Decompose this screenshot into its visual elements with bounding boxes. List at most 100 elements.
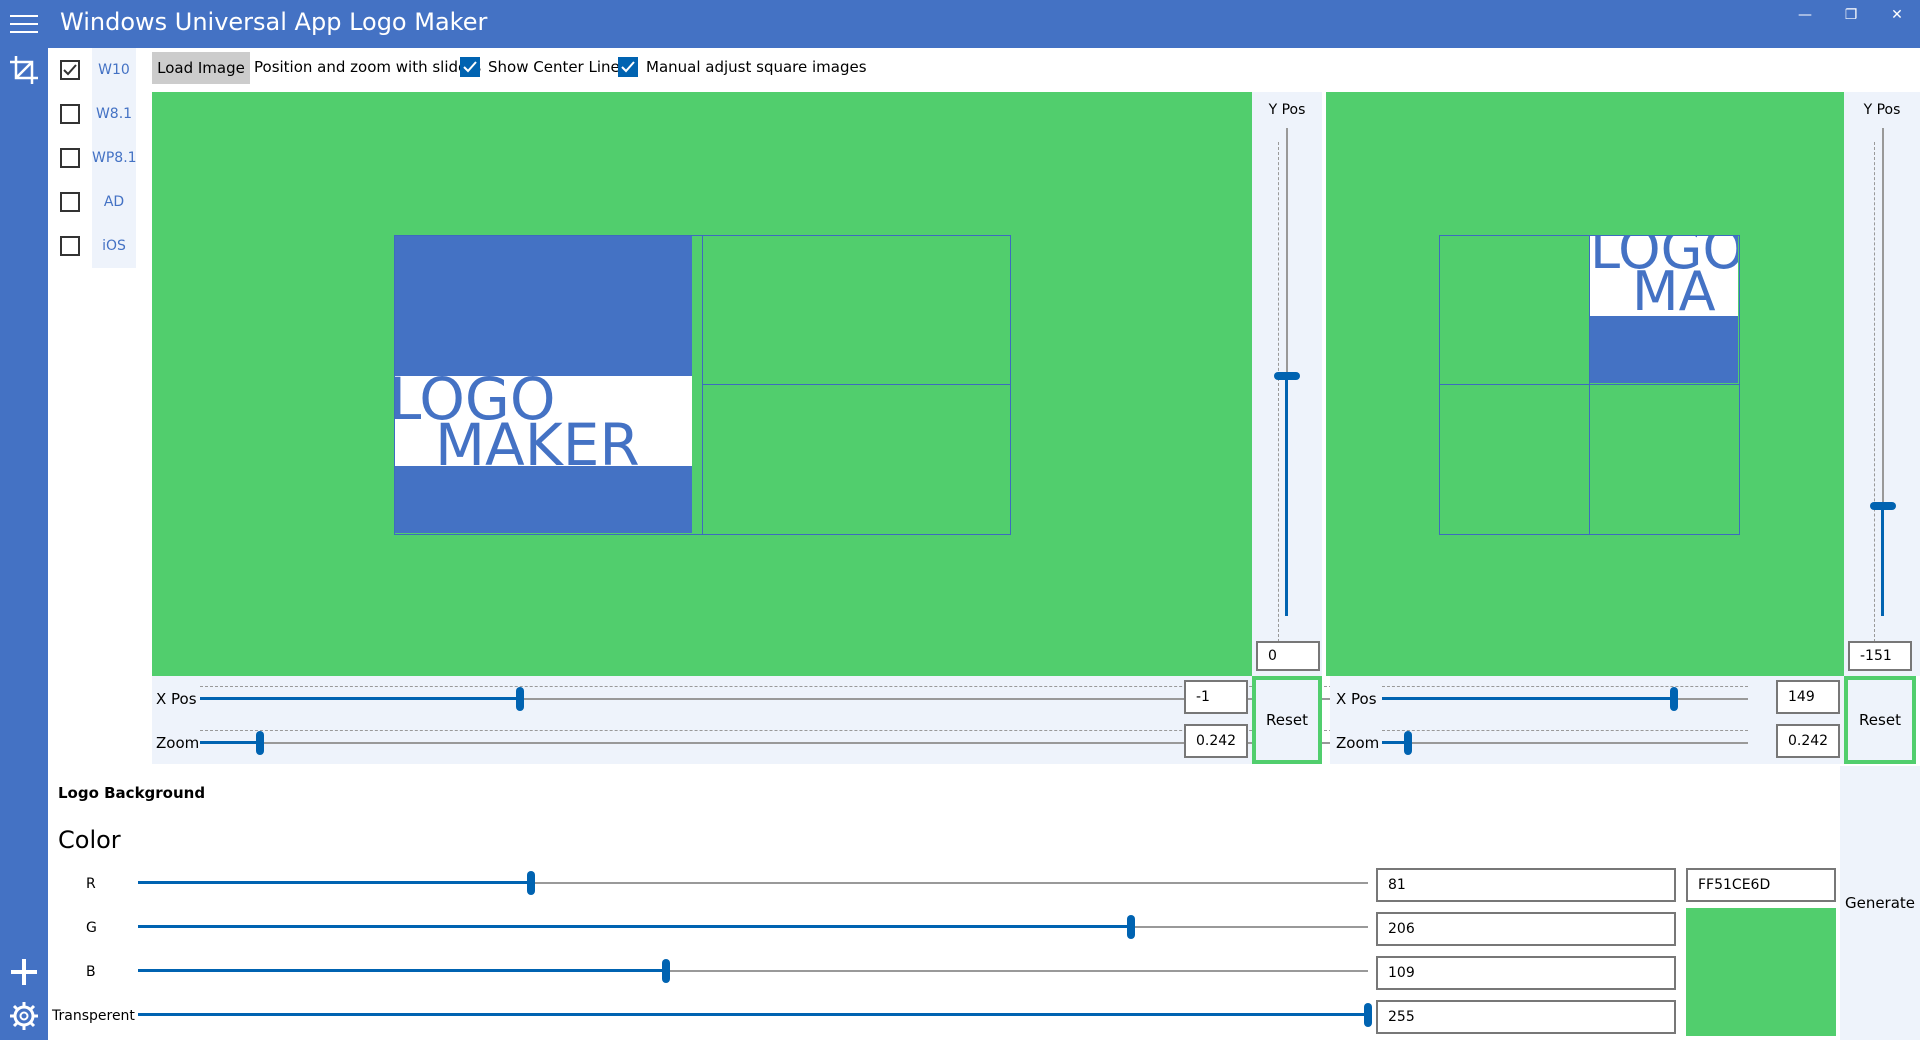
g-fill [138, 925, 1131, 928]
alpha-value-field[interactable]: 255 [1376, 1000, 1676, 1034]
r-label: R [86, 876, 96, 892]
ypos-label: Y Pos [1863, 102, 1901, 118]
platform-item-ad[interactable]: AD [48, 180, 136, 224]
generate-button[interactable]: Generate [1840, 766, 1920, 1040]
left-ypos-panel: Y Pos 0 [1252, 92, 1322, 676]
add-icon[interactable] [8, 956, 40, 988]
platform-checkbox[interactable] [60, 60, 80, 80]
ypos-slider-thumb[interactable] [1274, 372, 1300, 380]
xpos-slider-thumb[interactable] [1670, 687, 1678, 711]
xpos-fill [1382, 697, 1672, 700]
center-lines-label: Show Center Lines [488, 58, 628, 76]
r-fill [138, 881, 530, 884]
zoom-track [1382, 742, 1748, 744]
alpha-fill [138, 1013, 1368, 1016]
color-header: Color [58, 826, 121, 854]
title-bar: Windows Universal App Logo Maker — ❐ ✕ [0, 0, 1920, 48]
wide-logo-preview: LOGO MAKER [152, 92, 1252, 676]
g-value-field[interactable]: 206 [1376, 912, 1676, 946]
r-slider-thumb[interactable] [527, 871, 535, 895]
center-lines-checkbox[interactable] [460, 57, 480, 77]
ypos-fill [1285, 376, 1288, 616]
g-label: G [86, 920, 97, 936]
slider-ticks [200, 730, 1332, 735]
zoom-slider-thumb[interactable] [1404, 731, 1412, 755]
center-line-horizontal [702, 384, 1011, 385]
zoom-fill [1382, 741, 1406, 744]
ypos-track [1286, 128, 1288, 412]
checkmark-icon [63, 64, 77, 76]
transparent-label: Transperent [52, 1008, 135, 1024]
b-slider-thumb[interactable] [662, 959, 670, 983]
center-line-horizontal [1439, 384, 1740, 385]
square-logo-preview: LOGO MA [1326, 92, 1844, 676]
hex-color-field[interactable]: FF51CE6D [1686, 868, 1836, 902]
platform-item-w81[interactable]: W8.1 [48, 92, 136, 136]
checkmark-icon [621, 61, 635, 73]
ypos-slider-thumb[interactable] [1870, 502, 1896, 510]
close-icon[interactable]: ✕ [1874, 0, 1920, 32]
platform-label: iOS [92, 224, 136, 268]
settings-gear-icon[interactable] [8, 1000, 40, 1032]
manual-adjust-label: Manual adjust square images [646, 58, 867, 76]
slider-ticks [1382, 686, 1748, 691]
platform-checkbox[interactable] [60, 148, 80, 168]
crop-icon[interactable] [8, 54, 40, 86]
platform-item-ios[interactable]: iOS [48, 224, 136, 268]
checkmark-icon [463, 61, 477, 73]
right-reset-button[interactable]: Reset [1844, 676, 1916, 764]
zoom-track [200, 742, 1332, 744]
center-line-vertical [702, 235, 703, 535]
g-slider-thumb[interactable] [1127, 915, 1135, 939]
load-image-button[interactable]: Load Image [152, 52, 250, 84]
alpha-slider-thumb[interactable] [1364, 1003, 1372, 1027]
minimize-icon[interactable]: — [1782, 0, 1828, 32]
xpos-slider-thumb[interactable] [516, 687, 524, 711]
hamburger-menu-icon[interactable] [10, 15, 38, 35]
zoom-label: Zoom [1336, 734, 1380, 752]
right-ypos-panel: Y Pos -151 [1844, 92, 1920, 676]
zoom-fill [200, 741, 258, 744]
platform-label: W10 [92, 48, 136, 92]
ypos-value-field[interactable]: -151 [1848, 641, 1912, 671]
r-value-field[interactable]: 81 [1376, 868, 1676, 902]
zoom-slider-thumb[interactable] [256, 731, 264, 755]
manual-adjust-checkbox[interactable] [618, 57, 638, 77]
b-value-field[interactable]: 109 [1376, 956, 1676, 990]
xpos-label: X Pos [1336, 690, 1377, 708]
left-xzoom-panel: X Pos Zoom [152, 676, 1332, 764]
slider-ticks [200, 686, 1332, 691]
platform-label: WP8.1 [92, 136, 137, 180]
xpos-label: X Pos [156, 690, 197, 708]
section-title: Logo Background [58, 784, 206, 802]
platform-checkbox[interactable] [60, 236, 80, 256]
platform-label: W8.1 [92, 92, 136, 136]
ypos-value-field[interactable]: 0 [1256, 641, 1320, 671]
slider-ticks [1874, 142, 1879, 642]
ypos-label: Y Pos [1268, 102, 1306, 118]
b-fill [138, 969, 665, 972]
right-xzoom-panel: X Pos Zoom [1330, 676, 1844, 764]
restore-icon[interactable]: ❐ [1828, 0, 1874, 32]
xpos-value-field[interactable]: -1 [1184, 680, 1248, 714]
zoom-value-field[interactable]: 0.242 [1776, 724, 1840, 758]
platform-label: AD [92, 180, 136, 224]
platform-checkbox[interactable] [60, 192, 80, 212]
platform-item-w10[interactable]: W10 [48, 48, 136, 92]
platform-item-wp81[interactable]: WP8.1 [48, 136, 137, 180]
xpos-fill [200, 697, 518, 700]
platform-checkbox[interactable] [60, 104, 80, 124]
slider-ticks [1382, 730, 1748, 735]
hint-text: Position and zoom with sliders [254, 58, 482, 76]
left-reset-button[interactable]: Reset [1252, 676, 1322, 764]
ypos-fill [1881, 506, 1884, 616]
ypos-track [1882, 128, 1884, 542]
center-line-vertical [1589, 235, 1590, 535]
xpos-value-field[interactable]: 149 [1776, 680, 1840, 714]
app-title: Windows Universal App Logo Maker [60, 8, 488, 36]
zoom-label: Zoom [156, 734, 200, 752]
zoom-value-field[interactable]: 0.242 [1184, 724, 1248, 758]
color-swatch [1686, 908, 1836, 1036]
b-label: B [86, 964, 96, 980]
nav-rail [0, 48, 48, 1040]
